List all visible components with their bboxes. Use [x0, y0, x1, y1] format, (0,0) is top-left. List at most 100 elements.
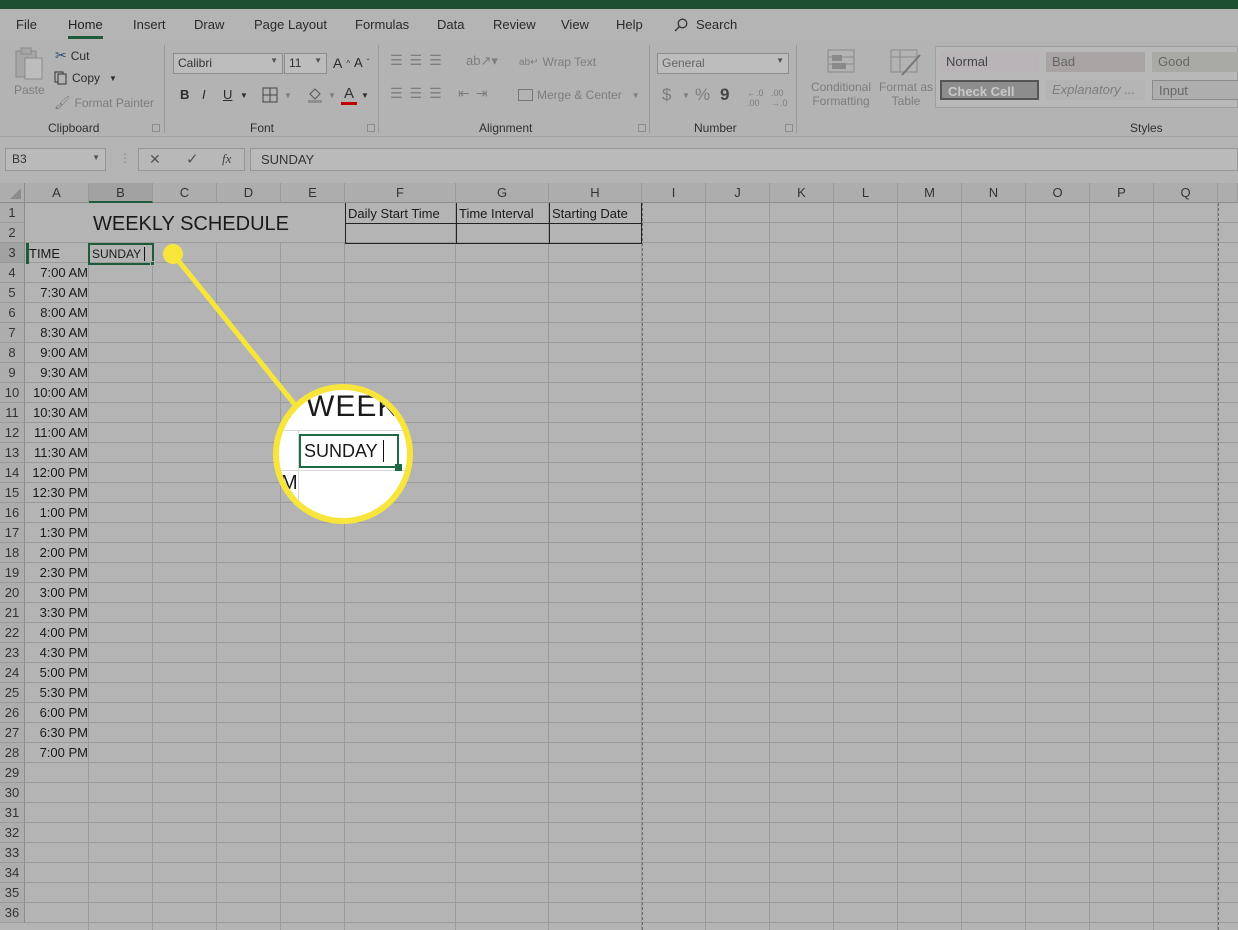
- row-header-2[interactable]: 2: [0, 223, 25, 243]
- column-header-o[interactable]: O: [1026, 183, 1090, 203]
- style-input[interactable]: Input: [1152, 80, 1238, 100]
- row-header-6[interactable]: 6: [0, 303, 25, 323]
- time-slot[interactable]: 10:00 AM: [25, 383, 88, 403]
- clipboard-launcher-icon[interactable]: [152, 124, 160, 132]
- row-header-16[interactable]: 16: [0, 503, 25, 523]
- time-slot[interactable]: 3:00 PM: [25, 583, 88, 603]
- style-explanatory[interactable]: Explanatory ...: [1046, 80, 1145, 100]
- row-header-35[interactable]: 35: [0, 883, 25, 903]
- column-header-k[interactable]: K: [770, 183, 834, 203]
- row-header-26[interactable]: 26: [0, 703, 25, 723]
- style-normal[interactable]: Normal: [940, 52, 1039, 72]
- enter-button[interactable]: ✓: [186, 150, 199, 168]
- decrease-decimal-button[interactable]: .00 →.0: [771, 88, 788, 108]
- time-slot[interactable]: 1:00 PM: [25, 503, 88, 523]
- row-header-10[interactable]: 10: [0, 383, 25, 403]
- font-name-select[interactable]: Calibri ▼: [173, 53, 283, 74]
- number-format-select[interactable]: General ▼: [657, 53, 789, 74]
- row-header-9[interactable]: 9: [0, 363, 25, 383]
- daily-start-time-cell[interactable]: [346, 224, 456, 243]
- alignment-launcher-icon[interactable]: [638, 124, 646, 132]
- orientation-icon[interactable]: ab↗▾: [466, 53, 498, 69]
- column-header-a[interactable]: A: [25, 183, 89, 203]
- time-slot[interactable]: 5:30 PM: [25, 683, 88, 703]
- time-slot[interactable]: 2:00 PM: [25, 543, 88, 563]
- row-header-24[interactable]: 24: [0, 663, 25, 683]
- comma-style-button[interactable]: 9: [720, 85, 729, 105]
- column-header-b[interactable]: B: [89, 183, 153, 203]
- percent-button[interactable]: %: [695, 85, 710, 105]
- time-slot[interactable]: 12:00 PM: [25, 463, 88, 483]
- row-header-25[interactable]: 25: [0, 683, 25, 703]
- chevron-down-icon[interactable]: ▼: [328, 91, 336, 100]
- font-color-button[interactable]: A: [340, 85, 358, 105]
- underline-button[interactable]: U: [223, 87, 232, 102]
- time-slot[interactable]: 6:30 PM: [25, 723, 88, 743]
- chevron-down-icon[interactable]: ▼: [682, 91, 690, 100]
- row-header-23[interactable]: 23: [0, 643, 25, 663]
- time-slot[interactable]: 10:30 AM: [25, 403, 88, 423]
- time-slot[interactable]: 5:00 PM: [25, 663, 88, 683]
- tab-home[interactable]: Home: [68, 17, 103, 39]
- column-header-e[interactable]: E: [281, 183, 345, 203]
- fill-handle[interactable]: [150, 261, 155, 266]
- time-slot[interactable]: 7:30 AM: [25, 283, 88, 303]
- italic-button[interactable]: I: [202, 87, 206, 102]
- row-header-1[interactable]: 1: [0, 203, 25, 223]
- bold-button[interactable]: B: [180, 87, 189, 102]
- column-header-m[interactable]: M: [898, 183, 962, 203]
- currency-button[interactable]: $: [662, 85, 671, 105]
- row-header-32[interactable]: 32: [0, 823, 25, 843]
- row-header-27[interactable]: 27: [0, 723, 25, 743]
- row-header-8[interactable]: 8: [0, 343, 25, 363]
- copy-button[interactable]: Copy ▼: [54, 71, 117, 85]
- row-header-7[interactable]: 7: [0, 323, 25, 343]
- time-slot[interactable]: 8:30 AM: [25, 323, 88, 343]
- time-slot[interactable]: 8:00 AM: [25, 303, 88, 323]
- style-good[interactable]: Good: [1152, 52, 1238, 72]
- chevron-down-icon[interactable]: ▼: [240, 91, 248, 100]
- increase-decimal-button[interactable]: ←.0.00: [747, 88, 764, 108]
- font-size-select[interactable]: 11 ▼: [284, 53, 327, 74]
- style-check-cell[interactable]: Check Cell: [940, 80, 1039, 100]
- time-slot[interactable]: 4:30 PM: [25, 643, 88, 663]
- time-slot[interactable]: 9:00 AM: [25, 343, 88, 363]
- row-header-29[interactable]: 29: [0, 763, 25, 783]
- search-box[interactable]: Search: [674, 17, 737, 32]
- wrap-text-button[interactable]: ab↵ Wrap Text: [519, 55, 596, 69]
- tab-help[interactable]: Help: [616, 17, 643, 32]
- vertical-align-buttons[interactable]: ☰☰☰: [390, 52, 449, 69]
- time-slot[interactable]: 12:30 PM: [25, 483, 88, 503]
- horizontal-align-buttons[interactable]: ☰☰☰: [390, 85, 449, 102]
- column-header-l[interactable]: L: [834, 183, 898, 203]
- format-painter-button[interactable]: 🖌 Format Painter: [54, 95, 154, 111]
- column-header-q[interactable]: Q: [1154, 183, 1218, 203]
- column-header-i[interactable]: I: [642, 183, 706, 203]
- tab-formulas[interactable]: Formulas: [355, 17, 409, 32]
- time-slot[interactable]: 7:00 AM: [25, 263, 88, 283]
- font-launcher-icon[interactable]: [367, 124, 375, 132]
- row-header-5[interactable]: 5: [0, 283, 25, 303]
- row-header-14[interactable]: 14: [0, 463, 25, 483]
- tab-review[interactable]: Review: [493, 17, 536, 32]
- column-header-j[interactable]: J: [706, 183, 770, 203]
- tab-data[interactable]: Data: [437, 17, 464, 32]
- borders-icon[interactable]: [262, 87, 278, 103]
- chevron-down-icon[interactable]: ▼: [284, 91, 292, 100]
- time-slot[interactable]: 6:00 PM: [25, 703, 88, 723]
- paste-button[interactable]: Paste: [14, 47, 45, 97]
- tab-insert[interactable]: Insert: [133, 17, 166, 32]
- time-slot[interactable]: 2:30 PM: [25, 563, 88, 583]
- column-header-g[interactable]: G: [456, 183, 549, 203]
- row-header-20[interactable]: 20: [0, 583, 25, 603]
- name-box[interactable]: B3 ▼: [5, 148, 106, 171]
- tab-draw[interactable]: Draw: [194, 17, 224, 32]
- conditional-formatting-button[interactable]: Conditional Formatting: [808, 49, 874, 108]
- column-header-n[interactable]: N: [962, 183, 1026, 203]
- format-as-table-button[interactable]: Format as Table: [878, 49, 934, 108]
- row-header-15[interactable]: 15: [0, 483, 25, 503]
- row-header-12[interactable]: 12: [0, 423, 25, 443]
- row-header-19[interactable]: 19: [0, 563, 25, 583]
- cut-button[interactable]: ✂ Cut: [55, 47, 89, 64]
- select-all-button[interactable]: [0, 183, 25, 203]
